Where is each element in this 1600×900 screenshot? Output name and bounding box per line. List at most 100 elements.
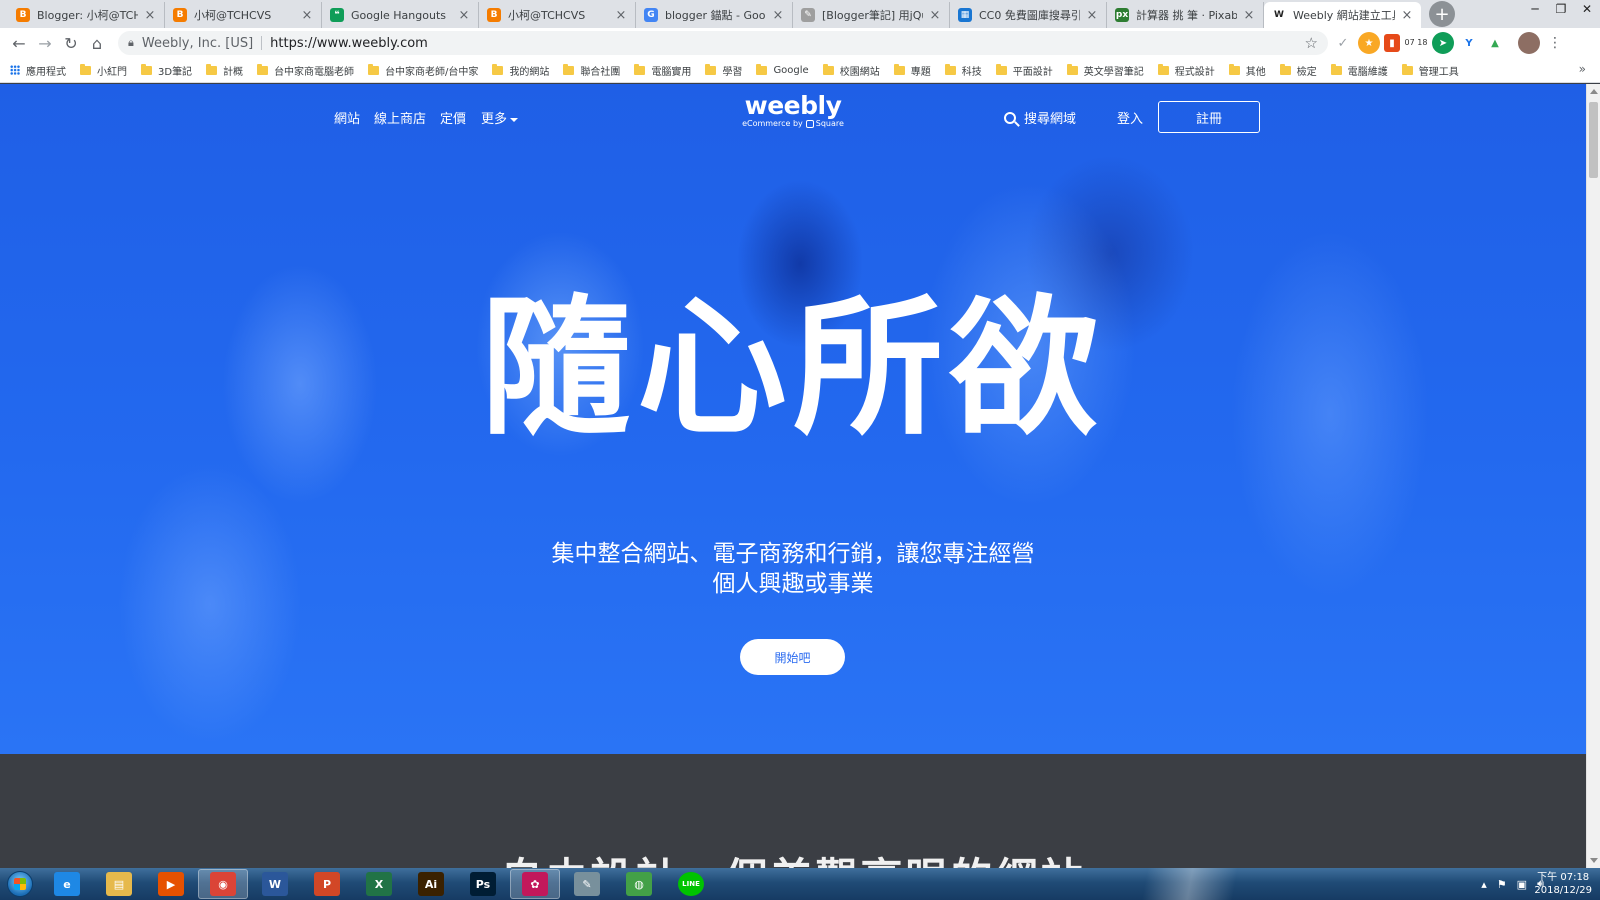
bookmark-item[interactable]: 電腦實用 xyxy=(634,63,691,78)
bookmark-item[interactable]: 專題 xyxy=(893,63,931,78)
bookmark-item[interactable]: 計概 xyxy=(206,63,243,78)
taskbar-chrome[interactable]: ◉ xyxy=(198,869,248,899)
bookmark-item[interactable]: 小紅門 xyxy=(80,63,127,78)
forward-button[interactable]: → xyxy=(32,30,58,56)
browser-tab[interactable]: B 小柯@TCHCVS × xyxy=(479,2,636,28)
browser-tab[interactable]: B 小柯@TCHCVS × xyxy=(165,2,322,28)
bookmark-item[interactable]: 管理工具 xyxy=(1401,63,1459,78)
taskbar-file-explorer[interactable]: ▤ xyxy=(94,869,144,899)
bookmarks-overflow-button[interactable]: » xyxy=(1579,62,1586,76)
bookmark-item[interactable]: 3D筆記 xyxy=(141,63,192,78)
taskbar-illustrator[interactable]: Ai xyxy=(406,869,456,899)
office-extension-icon[interactable]: ▮ xyxy=(1384,34,1400,52)
nav-more[interactable]: 更多 xyxy=(481,108,519,127)
bookmark-item[interactable]: 科技 xyxy=(944,63,982,78)
bookmark-item[interactable]: 台中家商電腦老師 xyxy=(257,63,354,78)
system-clock[interactable]: 下午 07:18 2018/12/29 xyxy=(1534,871,1592,897)
taskbar-notes[interactable]: ✎ xyxy=(562,869,612,899)
bookmark-item[interactable]: 其他 xyxy=(1228,63,1266,78)
address-url[interactable]: https://www.weebly.com xyxy=(270,36,1304,51)
taskbar-media-player[interactable]: ▶ xyxy=(146,869,196,899)
tab-close-icon[interactable]: × xyxy=(772,8,784,23)
bookmark-item[interactable]: 檢定 xyxy=(1279,63,1317,78)
tab-close-icon[interactable]: × xyxy=(615,8,627,23)
tab-title: 計算器 挑 筆 · Pixabay xyxy=(1136,9,1237,22)
address-bar[interactable]: 🔒︎ Weebly, Inc. [US] https://www.weebly.… xyxy=(118,31,1328,55)
scroll-up-arrow-icon[interactable] xyxy=(1590,89,1598,94)
tab-close-icon[interactable]: × xyxy=(301,8,313,23)
star-extension-icon[interactable]: ★ xyxy=(1358,32,1380,54)
taskbar-calendar-app[interactable]: ◍ xyxy=(614,869,664,899)
minimize-button[interactable]: ─ xyxy=(1522,0,1548,18)
browser-tab[interactable]: Gblogger 錨點 - Google × xyxy=(636,2,793,28)
bookmark-item[interactable]: 聯合社團 xyxy=(563,63,620,78)
tab-close-icon[interactable]: × xyxy=(1401,8,1413,23)
page-scrollbar[interactable] xyxy=(1586,84,1600,868)
scroll-down-arrow-icon[interactable] xyxy=(1590,858,1598,863)
back-button[interactable]: ← xyxy=(6,30,32,56)
tray-expand-icon[interactable]: ▴ xyxy=(1481,878,1487,891)
taskbar-excel[interactable]: X xyxy=(354,869,404,899)
reload-button[interactable]: ↻ xyxy=(58,30,84,56)
menu-kebab-icon[interactable]: ⋮ xyxy=(1544,32,1566,54)
bookmark-item[interactable]: 電腦維護 xyxy=(1330,63,1388,78)
tab-close-icon[interactable]: × xyxy=(1243,8,1255,23)
clock-extension-icon[interactable]: 07 18 xyxy=(1404,32,1428,54)
nav-online-store[interactable]: 線上商店 xyxy=(374,108,426,127)
profile-avatar[interactable] xyxy=(1518,32,1540,54)
browser-tab[interactable]: B Blogger: 小柯@TCHC × xyxy=(8,2,165,28)
bookmark-star-icon[interactable]: ☆ xyxy=(1305,34,1318,52)
windows-taskbar: e ▤ ▶ ◉ W P X Ai Ps ✿ ✎ ◍ LINE ▴ ⚑ ▣ 🔊︎ 下午 07:18 201… xyxy=(0,868,1600,900)
bookmark-item[interactable]: 我的網站 xyxy=(492,63,549,78)
taskbar-paint[interactable]: ✿ xyxy=(510,869,560,899)
signup-button[interactable]: 註冊 xyxy=(1158,101,1260,133)
tab-close-icon[interactable]: × xyxy=(1086,8,1098,23)
bookmark-item[interactable]: 校園網站 xyxy=(822,63,880,78)
action-center-flag-icon[interactable]: ⚑ xyxy=(1497,878,1507,891)
new-tab-button[interactable]: + xyxy=(1429,1,1455,27)
folder-icon xyxy=(206,63,218,75)
home-button[interactable]: ⌂ xyxy=(84,30,110,56)
tab-close-icon[interactable]: × xyxy=(458,8,470,23)
scroll-thumb[interactable] xyxy=(1589,102,1598,178)
bookmark-item[interactable]: 平面設計 xyxy=(995,63,1053,78)
share-extension-icon[interactable]: ➤ xyxy=(1432,32,1454,54)
folder-icon xyxy=(257,63,269,75)
browser-tab[interactable]: px 計算器 挑 筆 · Pixabay × xyxy=(1107,2,1264,28)
browser-tab[interactable]: ✎ [Blogger筆記] 用jQuer × xyxy=(793,2,950,28)
folder-icon xyxy=(756,63,768,75)
check-extension-icon[interactable]: ✓ xyxy=(1332,32,1354,54)
browser-tab[interactable]: ❝ Google Hangouts × xyxy=(322,2,479,28)
get-started-button[interactable]: 開始吧 xyxy=(740,639,845,675)
taskbar-powerpoint[interactable]: P xyxy=(302,869,352,899)
nav-pricing[interactable]: 定價 xyxy=(440,108,466,127)
weebly-logo[interactable]: weebly eCommerce by Square xyxy=(738,92,848,129)
bookmark-item[interactable]: 程式設計 xyxy=(1157,63,1215,78)
restore-button[interactable]: ❐ xyxy=(1548,0,1574,18)
bookmark-item[interactable]: 台中家商老師/台中家 xyxy=(368,63,478,78)
bookmark-item[interactable]: 應用程式 xyxy=(10,63,66,78)
bookmark-item[interactable]: Google xyxy=(756,63,809,76)
drive-extension-icon[interactable]: ▲ xyxy=(1484,32,1506,54)
back-arrow-icon: ← xyxy=(12,33,26,53)
domain-search-link[interactable]: 搜尋網域 xyxy=(1004,108,1076,127)
network-icon[interactable]: ▣ xyxy=(1517,878,1527,891)
folder-icon xyxy=(1279,63,1291,75)
tab-close-icon[interactable]: × xyxy=(929,8,941,23)
bookmark-item[interactable]: 英文學習筆記 xyxy=(1066,63,1144,78)
home-icon: ⌂ xyxy=(91,33,103,53)
close-window-button[interactable]: ✕ xyxy=(1574,0,1600,18)
tab-close-icon[interactable]: × xyxy=(144,8,156,23)
taskbar-word[interactable]: W xyxy=(250,869,300,899)
bookmark-item[interactable]: 學習 xyxy=(705,63,742,78)
y-extension-icon[interactable]: Y xyxy=(1458,32,1480,54)
login-link[interactable]: 登入 xyxy=(1117,108,1143,127)
browser-tab[interactable]: W Weebly 網站建立工具 × xyxy=(1264,2,1421,28)
taskbar-line[interactable]: LINE xyxy=(666,869,716,899)
taskbar-photoshop[interactable]: Ps xyxy=(458,869,508,899)
bookmark-label: 電腦維護 xyxy=(1347,66,1388,78)
browser-tab[interactable]: ▦ CC0 免費圖庫搜尋引擎 × xyxy=(950,2,1107,28)
taskbar-internet-explorer[interactable]: e xyxy=(42,869,92,899)
start-button[interactable] xyxy=(0,868,40,900)
nav-websites[interactable]: 網站 xyxy=(334,108,360,127)
